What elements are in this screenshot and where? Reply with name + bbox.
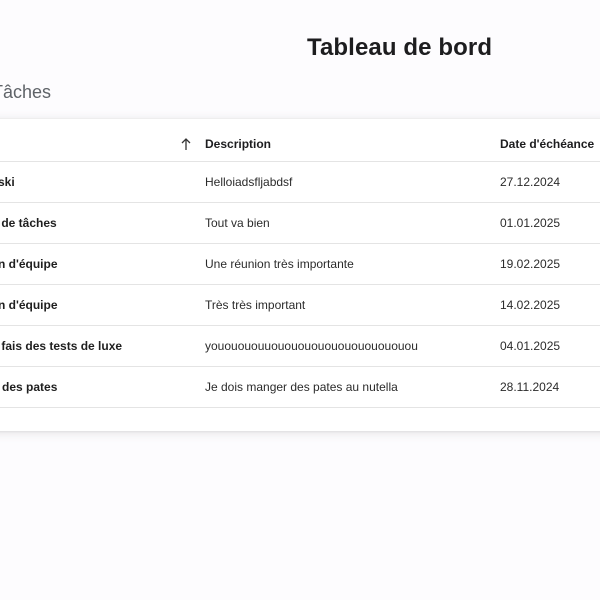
task-title: r je fais des tests de luxe <box>0 339 123 353</box>
task-description: Je dois manger des pates au nutella <box>205 380 398 394</box>
task-description: yououououuououououououououououou <box>205 339 418 353</box>
task-due-date: 14.02.2025 <box>500 298 561 312</box>
task-description: Helloiadsfljabdsf <box>205 175 293 189</box>
task-due-date: 27.12.2024 <box>500 175 561 189</box>
task-due-date: 19.02.2025 <box>500 257 561 271</box>
task-title: ger des pates <box>0 380 58 394</box>
task-title: nion d'équipe <box>0 298 58 312</box>
dashboard-page: Tableau de bord Tâches Description Date … <box>0 0 600 600</box>
column-header-description[interactable]: Description <box>205 137 271 151</box>
table-row[interactable]: ger des pates Je dois manger des pates a… <box>0 367 600 408</box>
section-title: Tâches <box>0 82 52 102</box>
column-header-due-date[interactable]: Date d'échéance <box>500 137 594 151</box>
table-row[interactable]: nion d'équipe Très très important 14.02.… <box>0 285 600 326</box>
table-row[interactable]: r je fais des tests de luxe yououououuou… <box>0 326 600 367</box>
table-row[interactable]: ion de tâches Tout va bien 01.01.2025 <box>0 203 600 244</box>
tasks-table: Description Date d'échéance du ski Hello… <box>0 118 600 431</box>
table-row[interactable]: du ski Helloiadsfljabdsf 27.12.2024 <box>0 162 600 203</box>
task-due-date: 04.01.2025 <box>500 339 561 353</box>
task-due-date: 01.01.2025 <box>500 216 561 230</box>
page-title: Tableau de bord <box>307 34 493 61</box>
task-description: Très très important <box>205 298 306 312</box>
table-row[interactable]: nion d'équipe Une réunion très important… <box>0 244 600 285</box>
table-header-row: Description Date d'échéance <box>0 127 600 162</box>
task-title: nion d'équipe <box>0 257 58 271</box>
task-description: Une réunion très importante <box>205 257 354 271</box>
task-description: Tout va bien <box>205 216 270 230</box>
task-due-date: 28.11.2024 <box>500 380 560 394</box>
arrow-up-icon[interactable] <box>180 137 192 151</box>
task-title: du ski <box>0 175 15 189</box>
task-title: ion de tâches <box>0 216 57 230</box>
